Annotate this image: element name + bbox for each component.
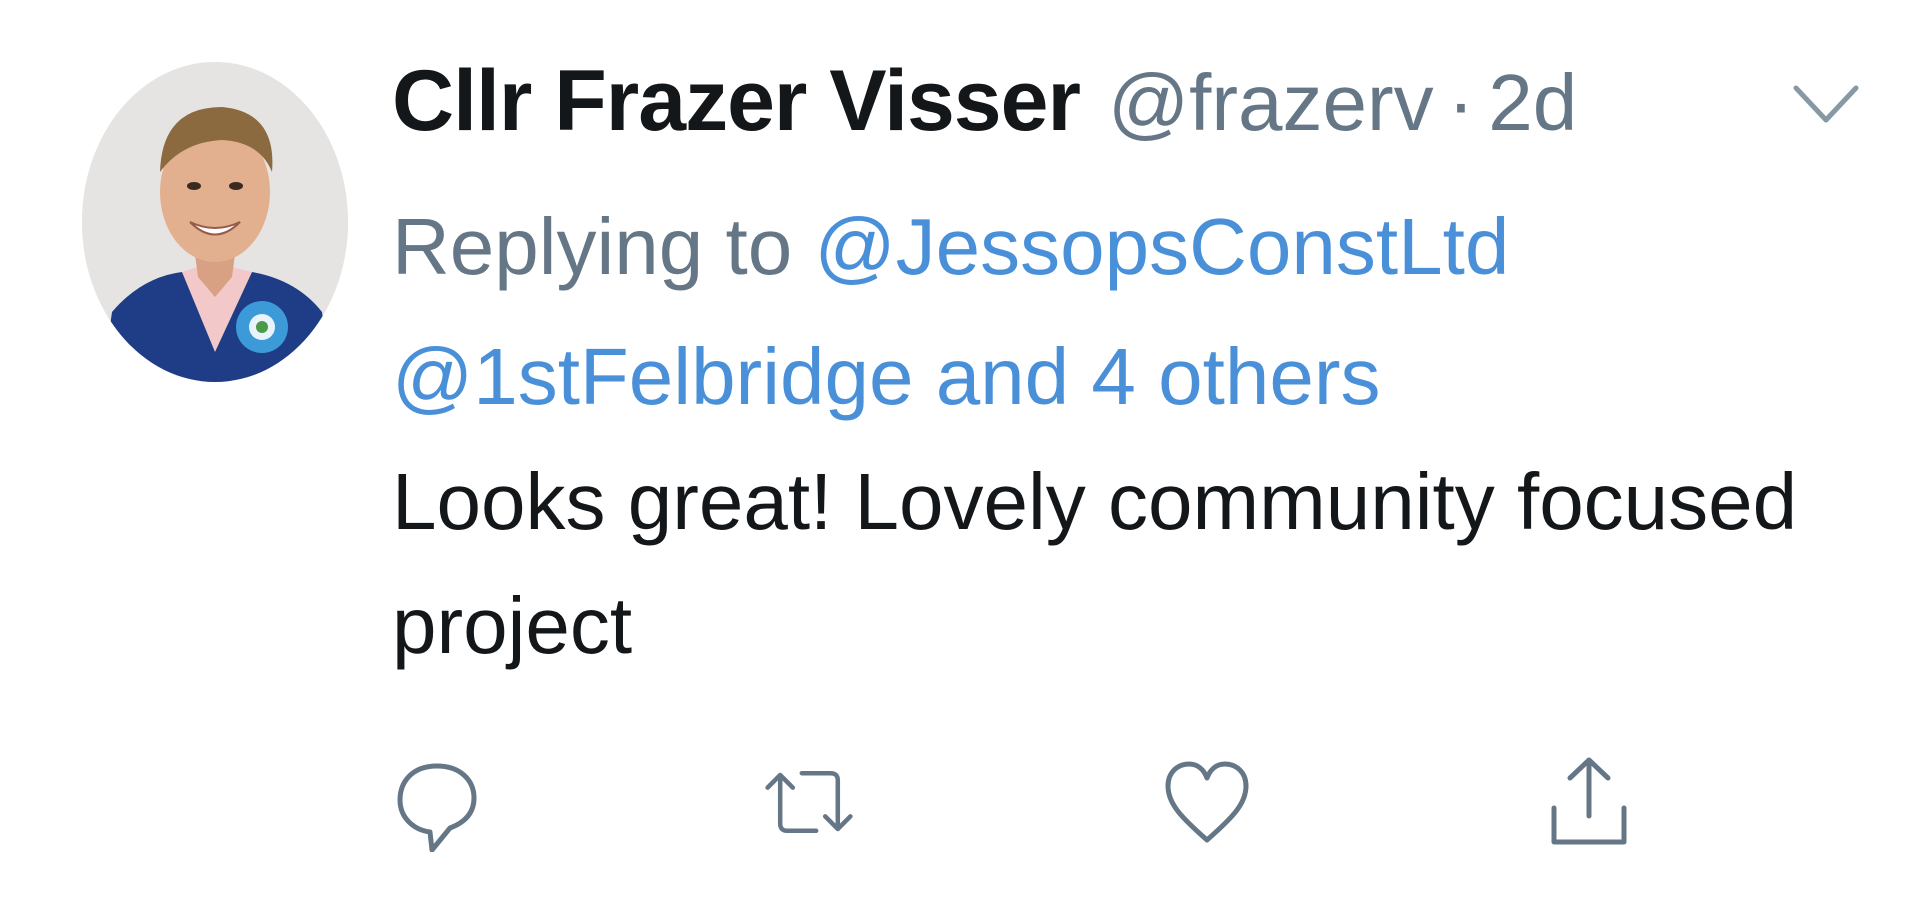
like-icon (1165, 761, 1249, 843)
tweet-text: Looks great! Lovely community focused pr… (392, 457, 1798, 670)
reply-context: Replying to @JessopsConstLtd @1stFelbrid… (392, 182, 1852, 442)
like-button[interactable] (1162, 752, 1252, 852)
replying-to-label: Replying to (392, 202, 793, 291)
share-button[interactable] (1544, 752, 1634, 852)
author-display-name[interactable]: Cllr Frazer Visser (392, 52, 1081, 151)
reply-icon (397, 763, 477, 852)
reply-others-link[interactable]: and 4 others (936, 332, 1381, 421)
author-handle[interactable]: @frazerv (1108, 57, 1434, 149)
mention-1stfelbridge[interactable]: @1stFelbridge (392, 332, 913, 421)
retweet-icon (765, 770, 853, 834)
retweet-button[interactable] (764, 752, 854, 852)
avatar[interactable] (82, 62, 348, 382)
mention-jessopsconstltd[interactable]: @JessopsConstLtd (814, 202, 1509, 291)
tweet[interactable]: Cllr Frazer Visser @frazerv · 2d Replyin… (0, 0, 1928, 900)
avatar-photo (82, 62, 348, 382)
chevron-down-icon[interactable] (1790, 78, 1862, 130)
tweet-timestamp[interactable]: 2d (1488, 57, 1577, 149)
tweet-header: Cllr Frazer Visser @frazerv · 2d (392, 52, 1577, 152)
tweet-actions (392, 752, 1682, 852)
separator-dot: · (1447, 58, 1475, 147)
reply-button[interactable] (392, 752, 482, 852)
share-icon (1551, 757, 1627, 845)
